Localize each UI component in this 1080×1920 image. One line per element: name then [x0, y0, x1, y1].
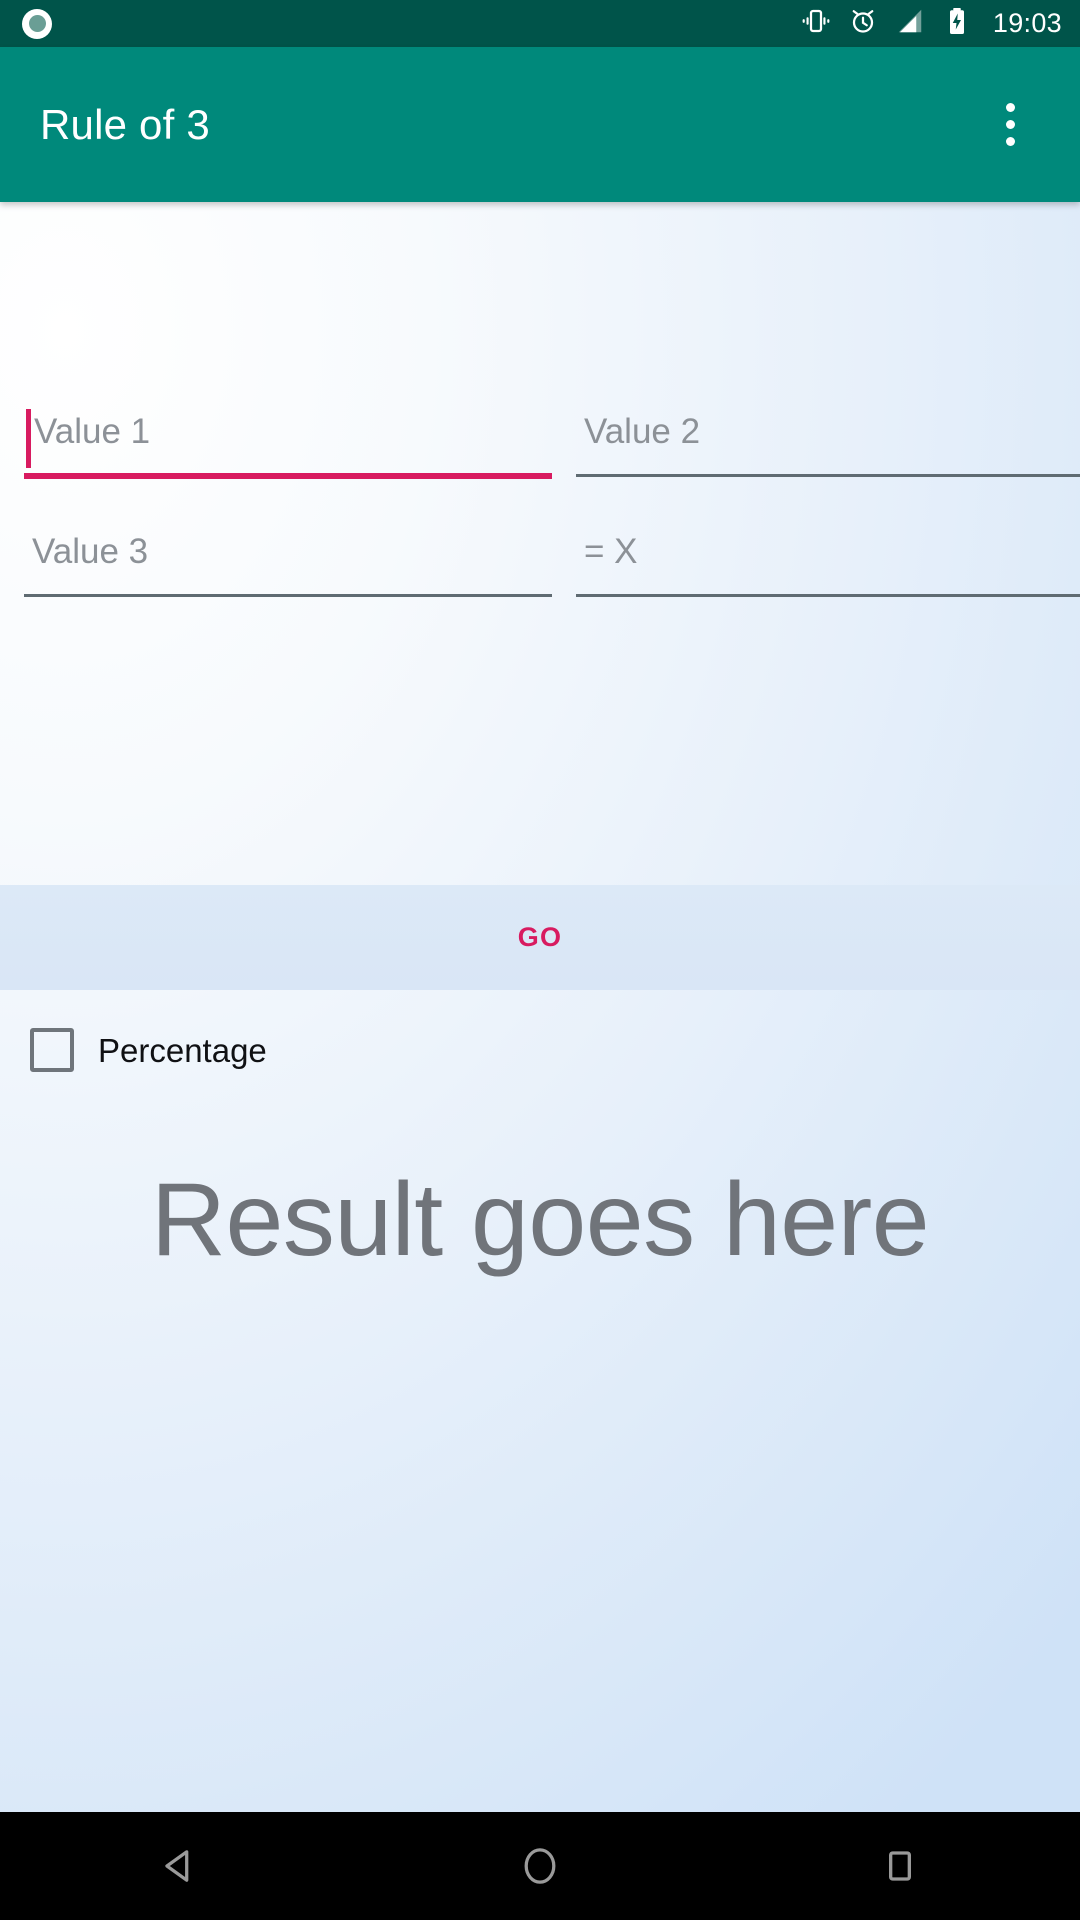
value-3-underline	[24, 594, 552, 597]
result-x-placeholder: = X	[583, 532, 638, 571]
result-x-field[interactable]: = X	[575, 512, 1080, 632]
main-content: Value 1 Value 2 Value 3 = X GO Percentag…	[0, 202, 1080, 1812]
app-circle-icon	[22, 8, 52, 39]
vibrate-icon	[801, 6, 831, 41]
value-1-underline	[24, 473, 552, 479]
value-2-underline	[575, 474, 1080, 477]
result-x-underline	[575, 594, 1080, 597]
value-3-placeholder: Value 3	[32, 532, 149, 571]
input-row-2: Value 3 = X	[0, 512, 1080, 632]
percentage-checkbox[interactable]	[30, 1028, 74, 1072]
recents-square-icon[interactable]	[720, 1812, 1080, 1920]
page-title: Rule of 3	[40, 100, 210, 148]
battery-charging-icon	[942, 6, 972, 41]
value-1-field[interactable]: Value 1	[24, 392, 552, 512]
signal-bars-icon	[895, 6, 925, 41]
overflow-dot	[1005, 103, 1015, 112]
value-1-placeholder: Value 1	[34, 412, 151, 451]
result-text: Result goes here	[150, 1162, 930, 1278]
overflow-dot	[1005, 120, 1015, 129]
back-triangle-icon[interactable]	[0, 1812, 360, 1920]
status-bar-clock: 19:03	[992, 8, 1062, 38]
percentage-label: Percentage	[98, 1031, 267, 1069]
input-row-1: Value 1 Value 2	[0, 392, 1080, 512]
phone-screen: 19:03 Rule of 3 Value 1 Value 2 Value 3 …	[0, 0, 1080, 1920]
go-button-label: GO	[517, 922, 563, 952]
status-bar-left	[22, 8, 52, 39]
app-bar: Rule of 3	[0, 47, 1080, 202]
home-circle-icon[interactable]	[360, 1812, 720, 1920]
text-caret	[26, 409, 31, 468]
go-button[interactable]: GO	[0, 885, 1080, 990]
value-3-field[interactable]: Value 3	[24, 512, 552, 632]
overflow-menu-icon[interactable]	[978, 93, 1042, 157]
android-nav-bar	[0, 1812, 1080, 1920]
value-2-placeholder: Value 2	[583, 412, 701, 451]
input-grid: Value 1 Value 2 Value 3 = X	[0, 392, 1080, 632]
status-bar: 19:03	[0, 0, 1080, 47]
value-2-field[interactable]: Value 2	[575, 392, 1080, 512]
percentage-checkbox-row[interactable]: Percentage	[30, 1028, 267, 1072]
status-bar-right: 19:03	[801, 6, 1062, 41]
overflow-dot	[1005, 137, 1015, 146]
alarm-clock-icon	[848, 6, 878, 41]
